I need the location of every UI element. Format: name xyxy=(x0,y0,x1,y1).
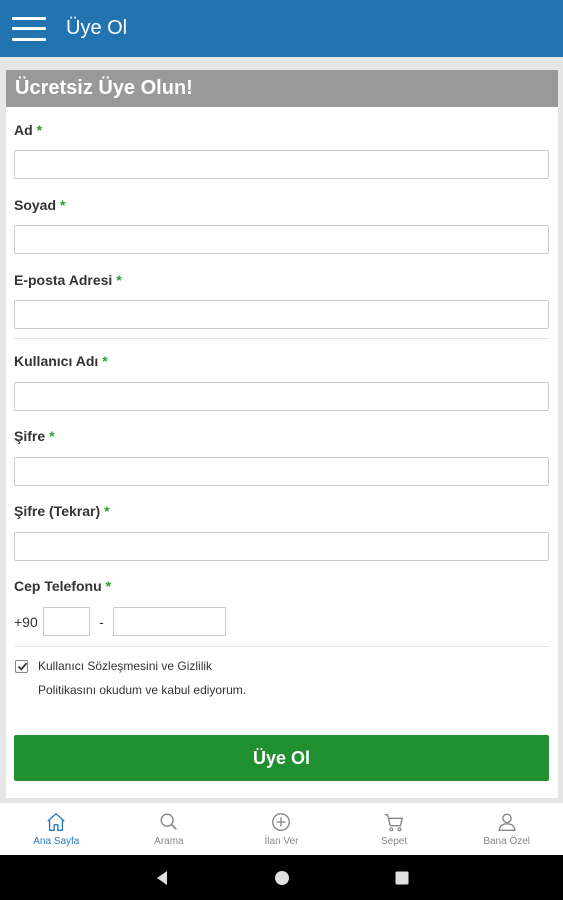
phone-row: +90 - xyxy=(14,607,226,636)
email-input[interactable] xyxy=(14,300,549,329)
app-bar: Üye Ol xyxy=(0,0,563,57)
phone-label: Cep Telefonu * xyxy=(14,578,112,594)
phone-area-input[interactable] xyxy=(43,607,90,636)
home-button-icon[interactable] xyxy=(222,870,342,886)
username-field: Kullanıcı Adı * xyxy=(14,352,549,370)
terms-line-2: Politikasını okudum ve kabul ediyorum. xyxy=(38,683,247,697)
nav-label: Bana Özel xyxy=(483,836,531,847)
required-mark: * xyxy=(60,197,66,213)
required-mark: * xyxy=(105,578,112,594)
phone-number-input[interactable] xyxy=(113,607,226,636)
divider xyxy=(14,646,549,647)
required-mark: * xyxy=(102,353,108,369)
nav-item-post-ad[interactable]: İlan Ver xyxy=(225,803,338,855)
terms-text[interactable]: Kullanıcı Sözleşmesini ve Gizlilik Polit… xyxy=(38,654,246,702)
checkmark-icon xyxy=(17,662,28,671)
required-mark: * xyxy=(116,272,122,288)
phone-country-code: +90 xyxy=(14,613,38,630)
required-mark: * xyxy=(49,428,55,444)
nav-label: Sepet xyxy=(381,836,408,847)
nav-item-home[interactable]: Ana Sayfa xyxy=(0,803,113,855)
search-icon xyxy=(160,813,177,830)
divider xyxy=(14,338,549,339)
recents-icon[interactable] xyxy=(342,871,462,885)
terms-row: Kullanıcı Sözleşmesini ve Gizlilik Polit… xyxy=(15,659,535,702)
hamburger-menu-icon[interactable] xyxy=(12,16,46,42)
password-repeat-label: Şifre (Tekrar) * xyxy=(14,503,110,519)
password-repeat-field: Şifre (Tekrar) * xyxy=(14,502,549,520)
nav-label: İlan Ver xyxy=(264,836,299,847)
nav-item-search[interactable]: Arama xyxy=(113,803,226,855)
required-mark: * xyxy=(104,503,110,519)
required-mark: * xyxy=(36,122,43,138)
username-input[interactable] xyxy=(14,382,549,411)
password-field: Şifre * xyxy=(14,427,549,445)
page-title: Üye Ol xyxy=(66,17,128,39)
password-input[interactable] xyxy=(14,457,549,486)
system-nav-bar xyxy=(0,855,563,900)
phone-separator: - xyxy=(99,613,104,630)
email-label: E-posta Adresi * xyxy=(14,272,122,288)
soyad-label: Soyad * xyxy=(14,197,66,213)
nav-item-cart[interactable]: Sepet xyxy=(338,803,451,855)
phone-field: Cep Telefonu * xyxy=(14,577,549,595)
ad-label: Ad * xyxy=(14,122,43,138)
back-icon[interactable] xyxy=(102,870,222,886)
form-header: Ücretsiz Üye Olun! xyxy=(6,70,558,107)
home-icon xyxy=(47,813,66,831)
soyad-input[interactable] xyxy=(14,225,549,254)
soyad-field: Soyad * xyxy=(14,196,549,214)
nav-item-profile[interactable]: Bana Özel xyxy=(450,803,563,855)
terms-checkbox[interactable] xyxy=(15,660,28,673)
registration-card: Ücretsiz Üye Olun! Ad * Soyad * E-posta Ad… xyxy=(6,70,558,798)
user-icon xyxy=(498,813,516,831)
terms-line-1: Kullanıcı Sözleşmesini ve Gizlilik xyxy=(38,659,213,673)
register-button[interactable]: Üye Ol xyxy=(14,735,549,781)
nav-label: Ana Sayfa xyxy=(33,836,80,847)
add-circle-icon xyxy=(272,813,291,831)
ad-field: Ad * xyxy=(14,121,549,139)
cart-icon xyxy=(384,813,404,832)
ad-input[interactable] xyxy=(14,150,549,179)
password-label: Şifre * xyxy=(14,428,55,444)
bottom-nav: Ana Sayfa Arama İlan Ver Sepet Bana Özel xyxy=(0,803,563,855)
password-repeat-input[interactable] xyxy=(14,532,549,561)
username-label: Kullanıcı Adı * xyxy=(14,353,108,369)
nav-label: Arama xyxy=(154,836,184,847)
email-field: E-posta Adresi * xyxy=(14,271,549,289)
